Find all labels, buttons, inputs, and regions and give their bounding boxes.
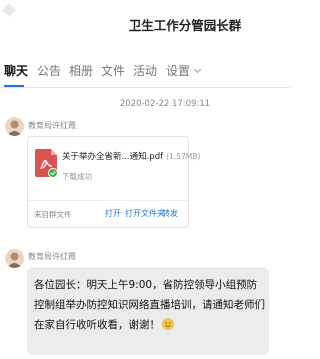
sender-name[interactable]: 教育局许红霞	[28, 120, 76, 131]
tab-settings-label: 设置	[166, 64, 191, 78]
tab-album[interactable]: 相册	[69, 62, 93, 79]
tab-activities[interactable]: 活动	[133, 62, 157, 79]
message-bubble[interactable]: 各位园长：明天上午9:00，省防控领导小组预防控制组举办防控知识网络直播培训，请…	[27, 267, 269, 355]
avatar[interactable]	[5, 249, 24, 268]
chat-area[interactable]: 2020-02-22 17:09:11 教育局许红霞 关于举办全省新...通知.…	[0, 89, 290, 359]
avatar[interactable]	[5, 117, 24, 136]
title-bar: 卫生工作分管园长群	[0, 0, 290, 46]
file-size: (1.57MB)	[166, 152, 201, 161]
file-source: 来自群文件	[34, 210, 72, 219]
window-title: 卫生工作分管园长群	[128, 18, 242, 33]
sender-name[interactable]: 教育局许红霞	[28, 251, 76, 262]
pdf-file-icon	[35, 149, 57, 177]
smile-emoji-icon	[162, 318, 174, 330]
open-file-button[interactable]: 打开	[105, 208, 121, 219]
forward-button[interactable]: 转发	[162, 208, 178, 219]
tab-settings[interactable]: 设置	[166, 62, 202, 79]
download-status: 下载成功	[62, 172, 92, 181]
chevron-down-icon	[193, 65, 202, 74]
file-name: 关于举办全省新...通知.pdf (1.57MB)	[62, 150, 200, 162]
message-text-container: 各位园长：明天上午9:00，省防控领导小组预防控制组举办防控知识网络直播培训，请…	[34, 275, 266, 335]
message-timestamp: 2020-02-22 17:09:11	[119, 99, 211, 109]
open-folder-button[interactable]: 打开文件夹	[125, 208, 165, 219]
tab-files[interactable]: 文件	[101, 62, 125, 79]
file-name-text: 关于举办全省新...通知.pdf	[62, 152, 164, 162]
tab-announcements[interactable]: 公告	[37, 62, 61, 79]
tab-bar: 聊天 公告 相册 文件 活动 设置	[0, 58, 290, 88]
tab-chat[interactable]: 聊天	[4, 62, 28, 79]
active-tab-indicator	[4, 85, 24, 87]
file-card[interactable]: 关于举办全省新...通知.pdf (1.57MB) 下载成功 来自群文件 打开 打…	[27, 136, 200, 228]
message-text: 各位园长：明天上午9:00，省防控领导小组预防控制组举办防控知识网络直播培训，请…	[34, 279, 265, 331]
divider	[28, 200, 188, 201]
